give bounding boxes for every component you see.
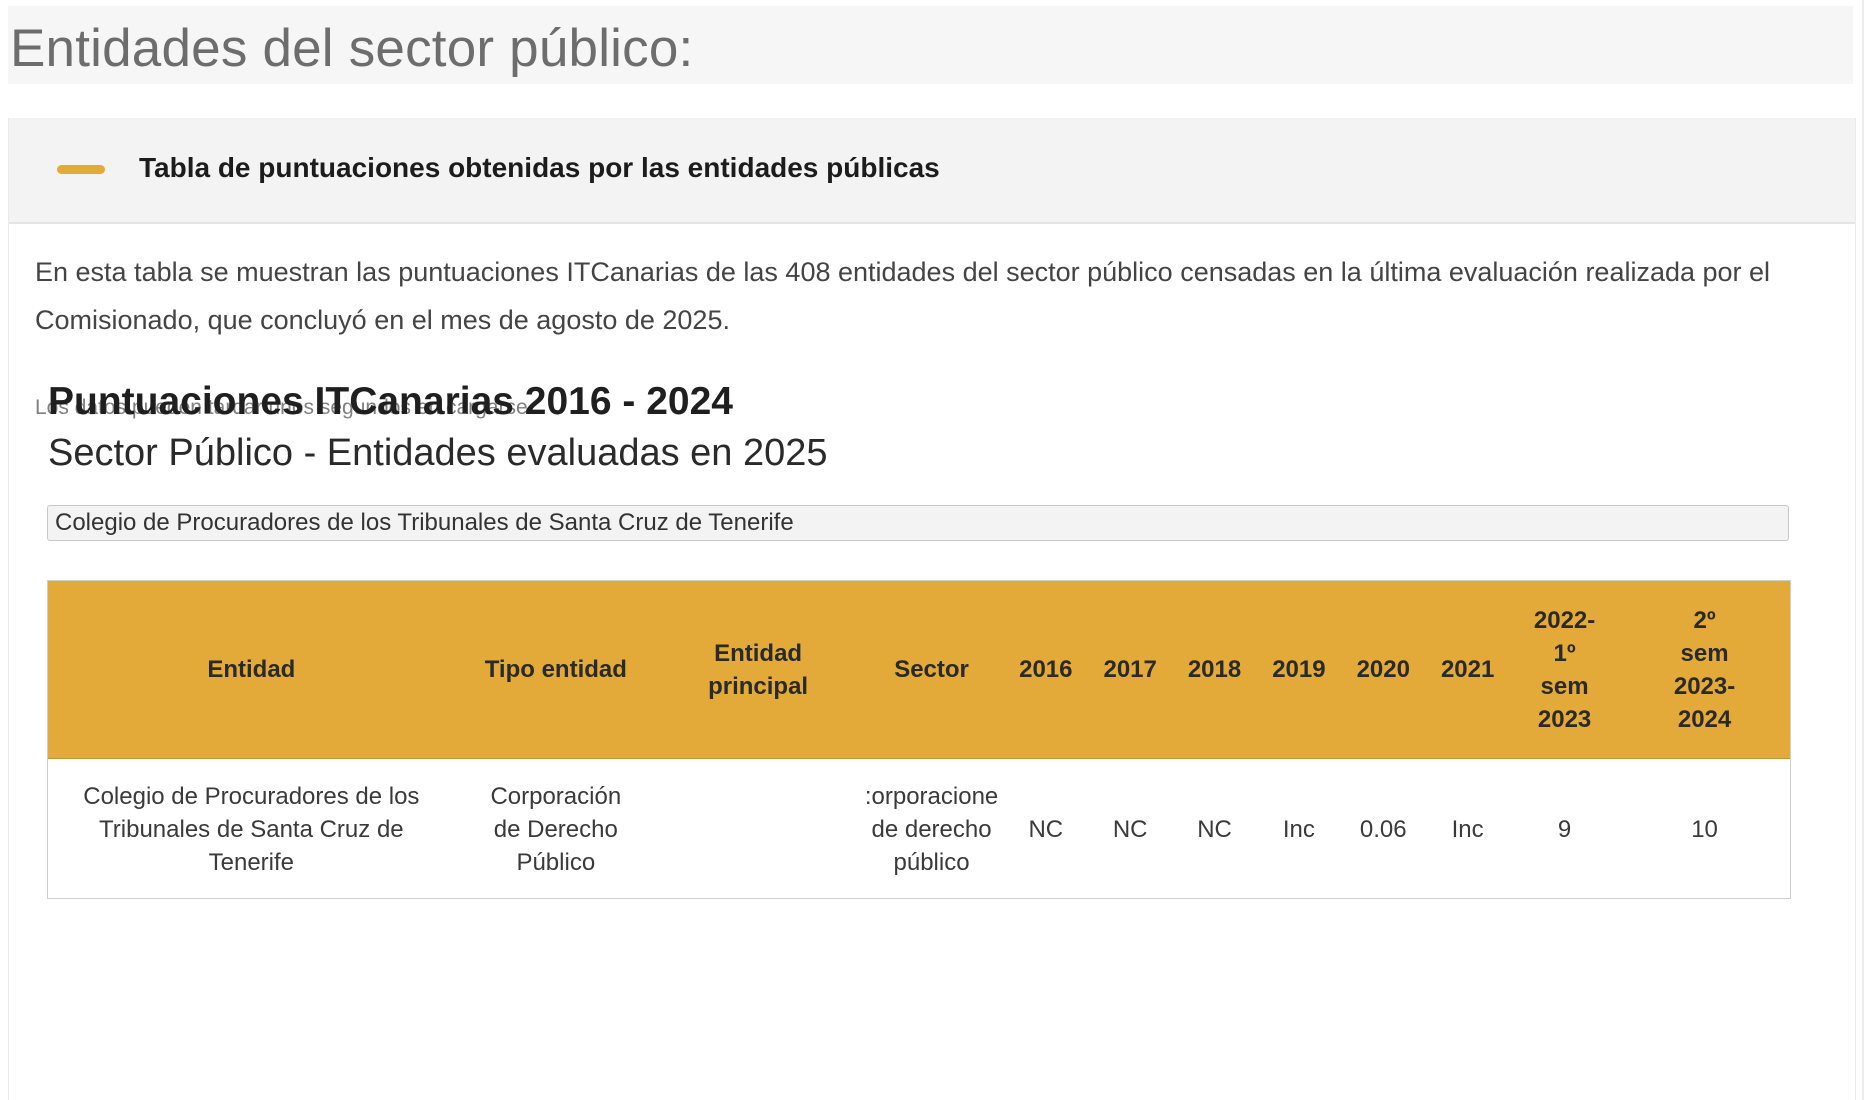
intro-paragraph: En esta tabla se muestran las puntuacion… [35,257,1771,335]
column-header-2017[interactable]: 2017 [1087,581,1173,759]
cell-sector-line: público [893,848,970,876]
column-header-2018[interactable]: 2018 [1172,581,1257,759]
cell-2020: 0.06 [1359,815,1407,843]
column-header-line: 2023- [1673,672,1736,700]
page-right-divider [1862,0,1864,1100]
accordion-header[interactable]: Tabla de puntuaciones obtenidas por las … [9,118,1855,224]
cell-2023-2024: 10 [1691,815,1718,843]
column-header-2021[interactable]: 2021 [1425,581,1511,759]
cell-2019: Inc [1282,815,1315,843]
column-header-entidad-principal[interactable]: Entidad principal [656,581,860,759]
column-header-2020[interactable]: 2020 [1341,581,1426,759]
entity-filter-input[interactable] [47,505,1789,541]
page-heading-bar: Entidades del sector público: [8,6,1853,84]
column-header-line: 2º [1693,606,1716,634]
column-header-line: sem [1680,639,1729,667]
cell-sector-line: de derecho [871,815,992,843]
cell-entidad: Colegio de Procuradores de los Tribunale… [83,782,420,876]
report-title: Puntuaciones ITCanarias 2016 - 2024 [48,380,733,423]
cell-2022-2023: 9 [1557,815,1572,843]
column-header-line: Entidad [714,639,803,667]
column-header-sector[interactable]: Sector [859,581,1004,759]
cell-2016: NC [1028,815,1064,843]
cell-2021: Inc [1451,815,1484,843]
cell-2017: NC [1112,815,1148,843]
column-header-2019[interactable]: 2019 [1256,581,1342,759]
column-header-line: 2022- [1533,606,1596,634]
scores-table: Entidad Tipo entidad Entidad principal S… [48,581,1790,899]
page-title: Entidades del sector público: [10,19,694,78]
column-header-2016[interactable]: 2016 [1003,581,1088,759]
column-header-line: principal [708,672,809,700]
report-subtitle: Sector Público - Entidades evaluadas en … [48,432,828,474]
column-header-line: sem [1540,672,1589,700]
column-header-tipo-entidad[interactable]: Tipo entidad [454,581,657,759]
accordion-title: Tabla de puntuaciones obtenidas por las … [139,152,940,183]
cell-sector: :orporacione de derecho público [859,759,1004,899]
cell-2018: NC [1197,815,1232,843]
table-header-row: Entidad Tipo entidad Entidad principal S… [48,581,1790,759]
page: Entidades del sector público: Tabla de p… [0,0,1866,1100]
column-header-2022-2023[interactable]: 2022- 1º sem 2023 [1510,581,1620,759]
cell-sector-line: :orporacione [864,782,999,810]
column-header-entidad[interactable]: Entidad [48,581,455,759]
collapse-icon[interactable] [57,165,105,174]
column-header-line: 2024 [1677,705,1732,733]
table-row[interactable]: Colegio de Procuradores de los Tribunale… [48,759,1790,899]
cell-entidad-principal [657,759,859,899]
column-header-2023-2024[interactable]: 2º sem 2023- 2024 [1619,581,1790,759]
cell-tipo-entidad: Corporación de Derecho Público [490,782,622,876]
column-header-line: 1º [1553,639,1576,667]
column-header-line: 2023 [1537,705,1592,733]
scores-table-container: Entidad Tipo entidad Entidad principal S… [47,580,1791,899]
